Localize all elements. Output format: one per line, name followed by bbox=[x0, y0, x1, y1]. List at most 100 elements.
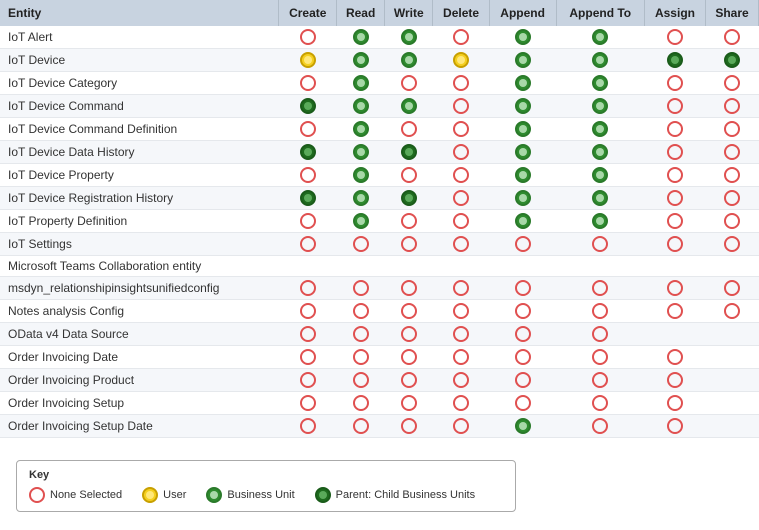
permission-icon-dark-green bbox=[724, 52, 740, 68]
permission-icon-empty bbox=[300, 303, 316, 319]
permission-icon-green bbox=[353, 213, 369, 229]
key-item-dark-green: Parent: Child Business Units bbox=[315, 487, 475, 503]
cell-assign bbox=[644, 369, 705, 392]
permission-icon-empty bbox=[453, 144, 469, 160]
cell-assign bbox=[644, 233, 705, 256]
cell-write bbox=[385, 72, 433, 95]
cell-read bbox=[337, 95, 385, 118]
cell-create bbox=[279, 187, 337, 210]
cell-append bbox=[489, 415, 556, 438]
permission-icon-green bbox=[592, 98, 608, 114]
cell-read bbox=[337, 277, 385, 300]
col-header-create: Create bbox=[279, 0, 337, 26]
permission-icon-empty bbox=[453, 98, 469, 114]
cell-write bbox=[385, 26, 433, 49]
cell-read bbox=[337, 369, 385, 392]
permission-icon-empty bbox=[592, 395, 608, 411]
cell-entity: Notes analysis Config bbox=[0, 300, 279, 323]
cell-read bbox=[337, 300, 385, 323]
permission-icon-empty bbox=[592, 326, 608, 342]
cell-append bbox=[489, 95, 556, 118]
cell-read bbox=[337, 415, 385, 438]
cell-assign bbox=[644, 141, 705, 164]
permission-icon-empty bbox=[300, 29, 316, 45]
cell-create bbox=[279, 210, 337, 233]
cell-entity: Order Invoicing Setup Date bbox=[0, 415, 279, 438]
cell-read bbox=[337, 72, 385, 95]
permission-icon-empty bbox=[667, 167, 683, 183]
table-row: IoT Device Command bbox=[0, 95, 759, 118]
cell-create bbox=[279, 369, 337, 392]
cell-append bbox=[489, 300, 556, 323]
permission-icon-green bbox=[515, 167, 531, 183]
permission-icon-empty bbox=[453, 349, 469, 365]
cell-delete bbox=[433, 256, 489, 277]
cell-delete bbox=[433, 323, 489, 346]
cell-delete bbox=[433, 392, 489, 415]
cell-share bbox=[706, 346, 759, 369]
cell-delete bbox=[433, 233, 489, 256]
table-row: msdyn_relationshipinsightsunifiedconfig bbox=[0, 277, 759, 300]
key-title: Key bbox=[29, 469, 503, 481]
cell-delete bbox=[433, 164, 489, 187]
cell-append bbox=[489, 323, 556, 346]
cell-appendTo bbox=[556, 210, 644, 233]
cell-share bbox=[706, 300, 759, 323]
cell-read bbox=[337, 164, 385, 187]
table-row: Order Invoicing Date bbox=[0, 346, 759, 369]
permission-icon-empty bbox=[667, 75, 683, 91]
permission-icon-empty bbox=[453, 280, 469, 296]
cell-share bbox=[706, 118, 759, 141]
cell-append bbox=[489, 346, 556, 369]
table-row: IoT Property Definition bbox=[0, 210, 759, 233]
permission-icon-empty bbox=[453, 121, 469, 137]
permission-icon-empty bbox=[401, 326, 417, 342]
cell-appendTo bbox=[556, 300, 644, 323]
permission-icon-empty bbox=[515, 395, 531, 411]
permission-icon-green bbox=[592, 144, 608, 160]
permission-icon-empty bbox=[353, 349, 369, 365]
permission-icon-empty bbox=[667, 418, 683, 434]
permission-icon-dark-green bbox=[300, 98, 316, 114]
cell-share bbox=[706, 187, 759, 210]
cell-create bbox=[279, 256, 337, 277]
permission-icon-dark-green bbox=[300, 144, 316, 160]
permission-icon-empty bbox=[515, 303, 531, 319]
cell-assign bbox=[644, 415, 705, 438]
permission-icon-green bbox=[515, 121, 531, 137]
permission-icon-empty bbox=[515, 326, 531, 342]
cell-assign bbox=[644, 210, 705, 233]
permission-icon-empty bbox=[453, 372, 469, 388]
key-item-empty: None Selected bbox=[29, 487, 122, 503]
permission-icon-empty bbox=[453, 190, 469, 206]
cell-assign bbox=[644, 26, 705, 49]
cell-entity: IoT Device Registration History bbox=[0, 187, 279, 210]
permission-icon-green bbox=[401, 29, 417, 45]
cell-assign bbox=[644, 300, 705, 323]
cell-write bbox=[385, 323, 433, 346]
permission-icon-empty bbox=[453, 418, 469, 434]
cell-read bbox=[337, 346, 385, 369]
cell-share bbox=[706, 277, 759, 300]
permission-icon-empty bbox=[300, 121, 316, 137]
permission-icon-green bbox=[353, 75, 369, 91]
cell-write bbox=[385, 141, 433, 164]
table-row: IoT Device bbox=[0, 49, 759, 72]
cell-write bbox=[385, 164, 433, 187]
permission-icon-empty bbox=[667, 303, 683, 319]
cell-write bbox=[385, 369, 433, 392]
permission-icon-green bbox=[353, 190, 369, 206]
cell-entity: IoT Device bbox=[0, 49, 279, 72]
permission-icon-empty bbox=[667, 121, 683, 137]
permission-icon-empty bbox=[401, 213, 417, 229]
permission-icon-empty bbox=[724, 190, 740, 206]
permission-icon-empty bbox=[515, 280, 531, 296]
cell-write bbox=[385, 256, 433, 277]
permission-icon-empty bbox=[724, 98, 740, 114]
permission-icon-empty bbox=[353, 372, 369, 388]
permission-icon-empty bbox=[724, 213, 740, 229]
cell-delete bbox=[433, 49, 489, 72]
cell-delete bbox=[433, 187, 489, 210]
permission-icon-green bbox=[353, 52, 369, 68]
permission-icon-empty bbox=[592, 418, 608, 434]
